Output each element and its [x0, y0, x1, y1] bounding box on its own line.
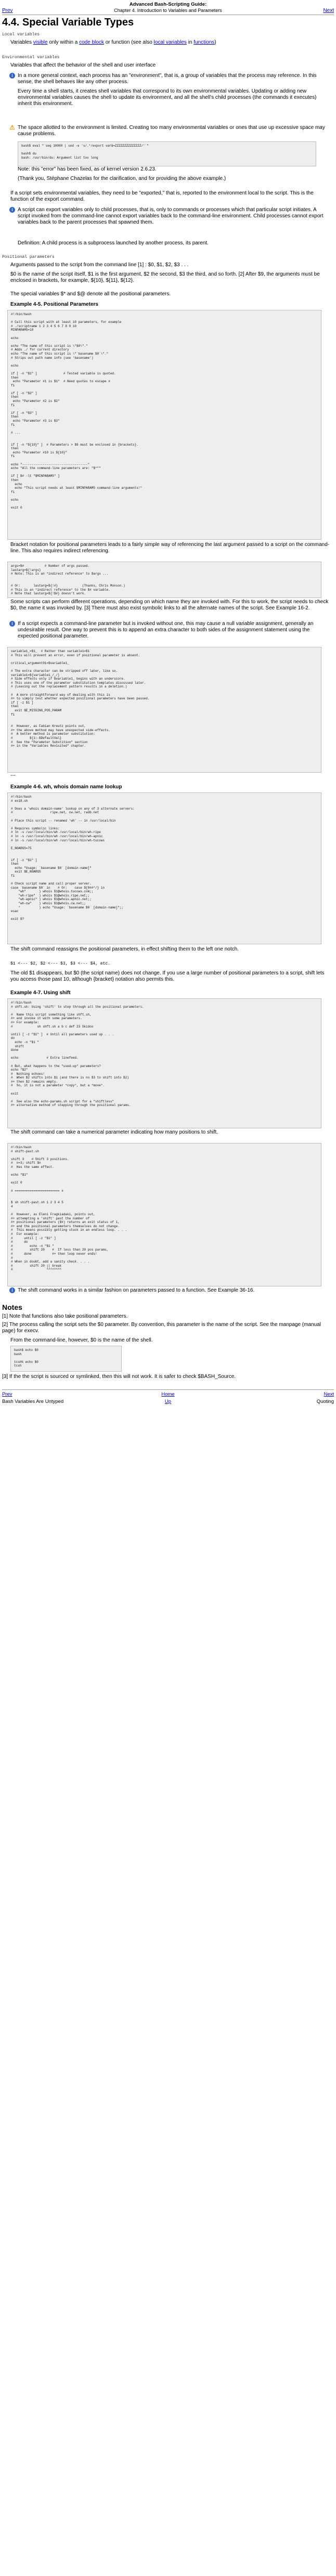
term-pos: Positional parameters: [2, 255, 55, 259]
note-null: i If a script expects a command-line par…: [9, 621, 328, 640]
example-4-7-title: Example 4-7. Using shift: [10, 990, 71, 996]
page-title: 4.4. Special Variable Types: [2, 17, 134, 28]
note-export: i A script can export variables only to …: [9, 207, 328, 226]
book-title: Advanced Bash-Scripting Guide:: [129, 2, 207, 7]
note-thanks: (Thank you, Stéphane Chazelas for the cl…: [18, 176, 226, 181]
shift-num-desc: The shift command can take a numerical p…: [10, 1129, 218, 1135]
local-variables-link[interactable]: local variables: [154, 40, 187, 45]
footer-next-title: Quoting: [316, 1399, 334, 1404]
pos-desc-1: Arguments passed to the script from the …: [10, 262, 189, 268]
footnote-2: [2] The process calling the script sets …: [2, 1322, 321, 1334]
footnote-2b: From the command-line, however, $0 is th…: [10, 1337, 153, 1343]
example-4-6-title: Example 4-6. wh, whois domain name looku…: [10, 784, 122, 790]
code-example-4-7: #!/bin/bash # shft.sh: Using 'shift' to …: [7, 998, 321, 1128]
notes-title: Notes: [2, 1303, 22, 1311]
code-example-4-6: #!/bin/bash # ex18.sh # Does a 'whois do…: [7, 792, 321, 944]
note-icon: i: [9, 1287, 15, 1293]
note-icon: i: [9, 621, 15, 627]
code-last-arg: args=$# # Number of args passed. lastarg…: [7, 562, 321, 598]
shift-desc-1: The shift command reassigns the position…: [10, 946, 239, 952]
pos-desc-2: $0 is the name of the script itself, $1 …: [10, 271, 320, 283]
functions-link[interactable]: functions: [193, 40, 214, 45]
note-null-text: If a script expects a command-line param…: [18, 621, 314, 639]
term-local: Local variables: [2, 32, 40, 37]
definition-child: Definition: A child process is a subproc…: [18, 240, 209, 246]
note-shift-func: i The shift command works in a similar f…: [9, 1287, 328, 1294]
note-icon: i: [9, 207, 15, 213]
note-shift-func-text: The shift command works in a similar fas…: [18, 1287, 255, 1293]
code-block-link[interactable]: code block: [79, 40, 104, 45]
visible-link[interactable]: visible: [33, 40, 48, 45]
bracket-desc: Bracket notation for positional paramete…: [10, 542, 330, 554]
local-desc: Variables visible only within a code blo…: [10, 40, 216, 45]
note-export-text: A script can export variables only to ch…: [18, 207, 324, 225]
env-desc: Variables that affect the behavior of th…: [10, 62, 156, 68]
shift-desc-3: The old $1 disappears, but $0 (the scrip…: [10, 970, 325, 982]
pos-desc-3: The special variables $* and $@ denote a…: [10, 291, 171, 297]
prev-link[interactable]: Prev: [2, 8, 13, 14]
code-env: bash$ eval "`seq 10000 | sed -e 's/.*/ex…: [18, 141, 316, 166]
next-link[interactable]: Next: [323, 8, 334, 14]
note-error: Note: this "error" has been fixed, as of…: [18, 166, 157, 172]
note-text-2: Every time a shell starts, it creates sh…: [18, 88, 317, 107]
divider: [2, 1389, 334, 1390]
code-shift-num: #!/bin/bash # shift-past.sh shift 3 # Sh…: [7, 1143, 321, 1286]
dashes-1: ---: [10, 773, 16, 778]
caution-text: The space allotted to the environment is…: [18, 125, 325, 137]
code-footnote-2: bash$ echo $0 bash tcsh% echo $0 tcsh: [10, 1346, 122, 1372]
footer-titles: Bash Variables Are Untyped Up Quoting: [2, 1399, 334, 1411]
term-env: Environmental variables: [2, 55, 60, 60]
code-example-4-5: #!/bin/bash # Call this script with at l…: [7, 310, 321, 540]
footer-next-link[interactable]: Next: [324, 1391, 334, 1397]
example-4-5-title: Example 4-5. Positional Parameters: [10, 302, 98, 307]
code-null: variable1_=$1_ # Rather than variable1=$…: [7, 647, 321, 773]
footer-home-link[interactable]: Home: [2, 1391, 334, 1397]
shift-desc-2: $1 <--- $2, $2 <--- $3, $3 <--- $4, etc.: [10, 961, 111, 966]
footnote-3: [3] If the the script is sourced or syml…: [2, 1374, 236, 1380]
note-environment: i In a more general context, each proces…: [9, 73, 328, 107]
caution-environment: ⚠ The space allotted to the environment …: [9, 124, 328, 137]
note-icon: i: [9, 73, 15, 79]
chapter-title: Chapter 4. Introduction to Variables and…: [114, 8, 222, 13]
footnote-1: [1] Note that functions also take positi…: [2, 1313, 128, 1319]
footer-up-link[interactable]: Up: [2, 1399, 334, 1404]
warning-icon: ⚠: [9, 124, 15, 131]
export-desc: If a script sets environmental variables…: [10, 190, 314, 202]
note-text: In a more general context, each process …: [18, 73, 317, 85]
scripts-desc: Some scripts can perform different opera…: [10, 599, 329, 611]
top-navigation: Advanced Bash-Scripting Guide: Chapter 4…: [2, 2, 334, 14]
